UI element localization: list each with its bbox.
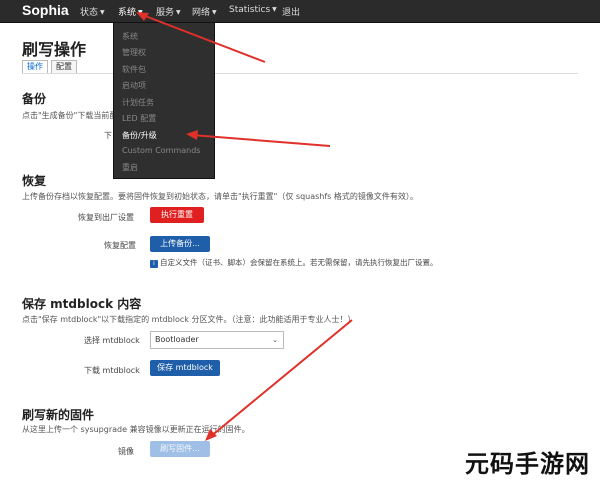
backup-label: 下 [104, 131, 112, 140]
menu-item-admin[interactable]: 管理权 [122, 47, 146, 58]
flash-firmware-button[interactable]: 刷写固件... [150, 441, 210, 457]
caret-down-icon: ▼ [100, 9, 105, 16]
menu-item-scheduled-tasks[interactable]: 计划任务 [122, 97, 154, 108]
image-label: 镜像 [118, 447, 134, 456]
chevron-down-icon: ⌄ [272, 336, 278, 344]
restore-hint: i 自定义文件（证书、脚本）会保留在系统上。若无需保留，请先执行恢复出厂设置。 [150, 257, 438, 268]
site-watermark: 元码手游网 [465, 450, 590, 478]
nav-network[interactable]: 网络 ▼ [192, 5, 217, 18]
nav-services[interactable]: 服务 ▼ [156, 5, 181, 18]
menu-item-system[interactable]: 系统 [122, 31, 138, 42]
menu-item-led-config[interactable]: LED 配置 [122, 113, 156, 124]
perform-reset-button[interactable]: 执行重置 [150, 207, 204, 223]
restore-config-label: 恢复配置 [104, 241, 136, 250]
menu-item-custom-commands[interactable]: Custom Commands [122, 146, 200, 155]
nav-logout[interactable]: 退出 [282, 5, 300, 18]
system-dropdown-menu: 系统 管理权 软件包 启动项 计划任务 LED 配置 备份/升级 Custom … [113, 22, 215, 179]
restore-heading: 恢复 [22, 174, 47, 188]
menu-item-reboot[interactable]: 重启 [122, 162, 138, 173]
tab-divider [22, 73, 578, 74]
flash-heading: 刷写新的固件 [22, 408, 95, 422]
caret-down-icon: ▼ [212, 9, 217, 16]
nav-system[interactable]: 系统 ▼ [118, 5, 143, 18]
mtdblock-select[interactable]: Bootloader ⌄ [150, 331, 284, 349]
caret-down-icon: ▼ [176, 9, 181, 16]
flash-description: 从这里上传一个 sysupgrade 兼容镜像以更新正在运行的固件。 [22, 425, 250, 434]
factory-reset-label: 恢复到出厂设置 [78, 213, 134, 222]
backup-heading: 备份 [22, 92, 47, 106]
menu-item-packages[interactable]: 软件包 [122, 64, 146, 75]
menu-item-backup-upgrade[interactable]: 备份/升级 [122, 130, 157, 141]
mtdblock-heading: 保存 mtdblock 内容 [22, 297, 142, 311]
save-mtdblock-button[interactable]: 保存 mtdblock [150, 360, 220, 376]
nav-status[interactable]: 状态 ▼ [80, 5, 105, 18]
info-icon: i [150, 260, 158, 268]
menu-item-startup[interactable]: 启动项 [122, 80, 146, 91]
page-title: 刷写操作 [22, 40, 87, 59]
top-navbar: Sophia 状态 ▼ 系统 ▼ 服务 ▼ 网络 ▼ Statistics ▼ 退出 [0, 0, 600, 23]
select-mtdblock-label: 选择 mtdblock [84, 336, 140, 345]
backup-description: 点击"生成备份"下载当前配 [22, 111, 118, 120]
restore-description: 上传备份存档以恢复配置。要将固件恢复到初始状态，请单击"执行重置"（仅 squa… [22, 192, 418, 201]
nav-statistics[interactable]: Statistics ▼ [229, 5, 277, 15]
upload-backup-button[interactable]: 上传备份... [150, 236, 210, 252]
caret-down-icon: ▼ [272, 6, 277, 13]
download-mtdblock-label: 下载 mtdblock [84, 366, 140, 375]
caret-down-icon: ▼ [138, 9, 143, 16]
brand-logo[interactable]: Sophia [22, 2, 69, 18]
tab-actions[interactable]: 操作 [22, 60, 48, 74]
mtdblock-description: 点击"保存 mtdblock"以下载指定的 mtdblock 分区文件。（注意：… [22, 315, 356, 324]
tab-config[interactable]: 配置 [51, 60, 77, 74]
